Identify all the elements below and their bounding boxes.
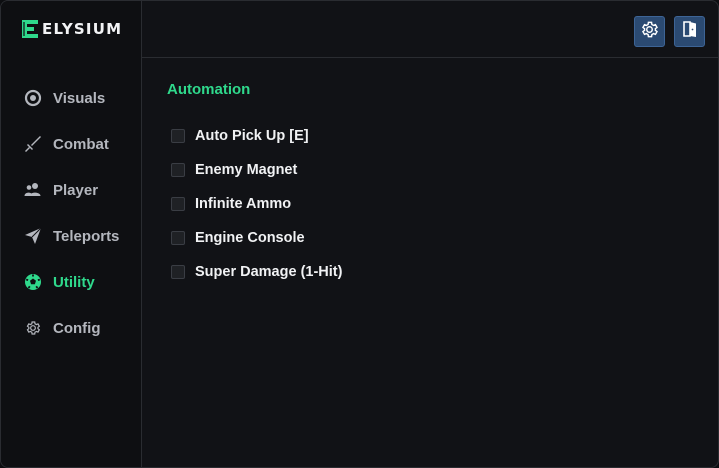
option-label: Enemy Magnet — [195, 162, 298, 178]
exit-button[interactable] — [674, 16, 705, 47]
eye-icon — [24, 89, 42, 107]
sidebar-item-label: Visuals — [53, 89, 106, 107]
main-content: Automation Auto Pick Up [E] Enemy Magnet… — [167, 81, 342, 289]
sidebar-item-utility[interactable]: Utility — [1, 259, 141, 305]
app-window: ELYSIUM Visuals Combat Player Teleports … — [0, 0, 719, 468]
sidebar-nav: Visuals Combat Player Teleports Utility … — [1, 75, 141, 351]
app-name: ELYSIUM — [42, 20, 123, 38]
sidebar-item-label: Utility — [53, 273, 95, 291]
gear-icon — [640, 20, 659, 44]
sword-icon — [24, 135, 42, 153]
gear-icon — [24, 319, 42, 337]
option-auto-pick-up[interactable]: Auto Pick Up [E] — [167, 119, 342, 153]
checkbox[interactable] — [171, 265, 185, 279]
sidebar-item-visuals[interactable]: Visuals — [1, 75, 141, 121]
soccer-ball-icon — [24, 273, 42, 291]
option-label: Super Damage (1-Hit) — [195, 264, 343, 280]
sidebar-item-label: Player — [53, 181, 99, 199]
sidebar-item-label: Config — [53, 319, 101, 337]
sidebar-item-config[interactable]: Config — [1, 305, 141, 351]
logo-mark-icon — [22, 20, 38, 38]
sidebar: ELYSIUM Visuals Combat Player Teleports … — [1, 1, 142, 467]
users-icon — [24, 181, 42, 199]
sidebar-item-label: Combat — [53, 135, 109, 153]
option-engine-console[interactable]: Engine Console — [167, 221, 342, 255]
section-title: Automation — [167, 81, 251, 98]
checkbox[interactable] — [171, 163, 185, 177]
option-super-damage[interactable]: Super Damage (1-Hit) — [167, 255, 342, 289]
top-bar — [142, 1, 718, 58]
option-label: Auto Pick Up [E] — [195, 128, 309, 144]
app-logo: ELYSIUM — [20, 18, 122, 40]
paper-plane-icon — [24, 227, 42, 245]
option-infinite-ammo[interactable]: Infinite Ammo — [167, 187, 342, 221]
checkbox[interactable] — [171, 231, 185, 245]
sidebar-item-label: Teleports — [53, 227, 120, 245]
exit-door-icon — [681, 20, 699, 43]
checkbox[interactable] — [171, 197, 185, 211]
option-label: Infinite Ammo — [195, 196, 292, 212]
checkbox[interactable] — [171, 129, 185, 143]
sidebar-item-combat[interactable]: Combat — [1, 121, 141, 167]
settings-button[interactable] — [634, 16, 665, 47]
sidebar-item-teleports[interactable]: Teleports — [1, 213, 141, 259]
option-label: Engine Console — [195, 230, 305, 246]
option-enemy-magnet[interactable]: Enemy Magnet — [167, 153, 342, 187]
sidebar-item-player[interactable]: Player — [1, 167, 141, 213]
